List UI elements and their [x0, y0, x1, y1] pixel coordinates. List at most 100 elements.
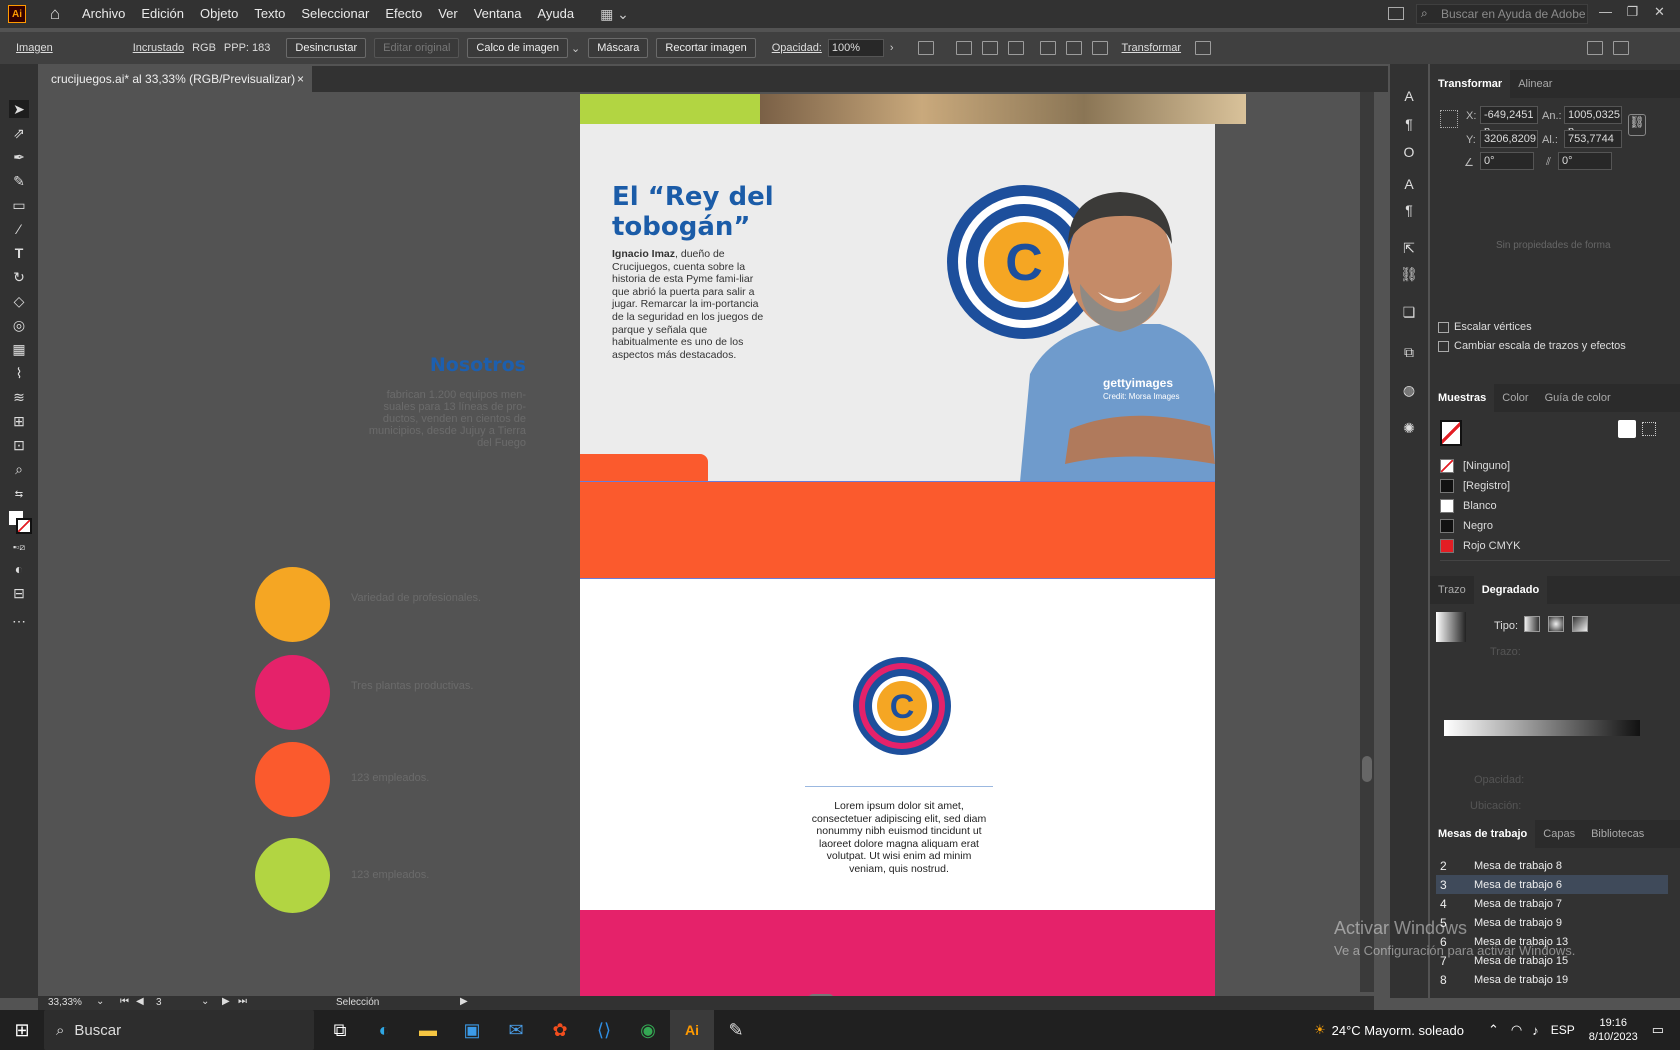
- artboard-tool-icon[interactable]: ⊡: [9, 436, 29, 454]
- chrome-icon[interactable]: ◉: [626, 1010, 670, 1050]
- artboard-row[interactable]: 8 Mesa de trabajo 19: [1436, 970, 1668, 989]
- shape-builder-tool-icon[interactable]: ◎: [9, 316, 29, 334]
- swap-colors-icon[interactable]: ⇆: [9, 486, 29, 504]
- tab-bibliotecas[interactable]: Bibliotecas: [1583, 820, 1652, 848]
- chevron-down-icon[interactable]: ⌄: [571, 42, 580, 55]
- align-bottom-icon[interactable]: [1091, 41, 1108, 55]
- symbol-sprayer-tool-icon[interactable]: ⊞: [9, 412, 29, 430]
- shear-input[interactable]: 0°: [1558, 152, 1612, 170]
- prev-page-icon[interactable]: ◀: [136, 996, 144, 1007]
- panel-toggle-icon[interactable]: [1388, 7, 1404, 20]
- linear-gradient-icon[interactable]: [1524, 616, 1540, 632]
- links-icon[interactable]: ⛓: [1400, 266, 1418, 284]
- vertical-scroll-thumb[interactable]: [1362, 756, 1372, 782]
- zoom-level[interactable]: 33,33%: [48, 997, 82, 1008]
- color-mode-icons[interactable]: ▪▫⧄: [9, 538, 29, 556]
- opacity-label[interactable]: Opacidad:: [772, 42, 822, 54]
- canvas-area[interactable]: Nosotros fabrican 1.200 equipos men-sual…: [38, 92, 1374, 996]
- scale-corners-checkbox[interactable]: [1438, 322, 1449, 333]
- x-input[interactable]: -649,2451 p: [1480, 106, 1538, 137]
- menu-ventana[interactable]: Ventana: [466, 0, 530, 28]
- artboard-row-selected[interactable]: 3 Mesa de trabajo 6: [1436, 875, 1668, 894]
- eyedropper-tool-icon[interactable]: ⌇: [9, 364, 29, 382]
- paint-icon[interactable]: ✎: [714, 1010, 758, 1050]
- menu-edicion[interactable]: Edición: [133, 0, 192, 28]
- character-styles-icon[interactable]: A: [1400, 176, 1418, 194]
- first-page-icon[interactable]: ⏮: [120, 996, 129, 1007]
- image-trace-button[interactable]: Calco de imagen: [467, 38, 568, 58]
- zoom-chevron-icon[interactable]: ⌄: [96, 996, 104, 1007]
- home-icon[interactable]: ⌂: [44, 4, 66, 24]
- tab-degradado[interactable]: Degradado: [1473, 576, 1548, 604]
- reference-point-icon[interactable]: [1440, 110, 1458, 128]
- tab-guia-color[interactable]: Guía de color: [1537, 384, 1619, 412]
- menu-objeto[interactable]: Objeto: [192, 0, 246, 28]
- graphic-styles-icon[interactable]: ✺: [1400, 420, 1418, 438]
- grid-view-icon[interactable]: [1642, 422, 1656, 436]
- type-tool-icon[interactable]: T: [9, 244, 29, 262]
- y-input[interactable]: 3206,8209 p: [1480, 130, 1538, 161]
- swatch-ninguno[interactable]: [Ninguno]: [1440, 456, 1670, 476]
- gradient-preview[interactable]: [1436, 612, 1466, 642]
- last-page-icon[interactable]: ⏭: [238, 996, 247, 1007]
- weather-icon[interactable]: ☀: [1314, 1022, 1326, 1038]
- link-proportions-icon[interactable]: ⛓: [1628, 114, 1646, 136]
- tab-transformar[interactable]: Transformar: [1430, 70, 1511, 98]
- help-search-input[interactable]: Buscar en Ayuda de Adobe: [1416, 4, 1588, 24]
- fill-stroke-swatch-icon[interactable]: [1440, 420, 1462, 446]
- edit-original-button[interactable]: Editar original: [374, 38, 460, 58]
- eraser-tool-icon[interactable]: ◇: [9, 292, 29, 310]
- language-indicator[interactable]: ESP: [1551, 1023, 1575, 1037]
- tab-muestras[interactable]: Muestras: [1430, 384, 1495, 412]
- next-page-icon[interactable]: ▶: [222, 996, 230, 1007]
- menu-seleccionar[interactable]: Seleccionar: [293, 0, 377, 28]
- align-top-icon[interactable]: [1039, 41, 1056, 55]
- swatch-blanco[interactable]: Blanco: [1440, 496, 1670, 516]
- paragraph-styles-icon[interactable]: ¶: [1400, 202, 1418, 220]
- paragraph-icon[interactable]: ¶: [1400, 116, 1418, 134]
- tab-color[interactable]: Color: [1494, 384, 1536, 412]
- menu-archivo[interactable]: Archivo: [74, 0, 133, 28]
- workspace-switcher-icon[interactable]: ▦ ⌄: [600, 6, 629, 23]
- windows-start-icon[interactable]: ⊞: [0, 1010, 44, 1050]
- isolate-icon[interactable]: [1195, 41, 1212, 55]
- menu-ayuda[interactable]: Ayuda: [529, 0, 582, 28]
- unembed-button[interactable]: Desincrustar: [286, 38, 367, 58]
- artboard-row[interactable]: 4 Mesa de trabajo 7: [1436, 894, 1668, 913]
- swatch-rojo-cmyk[interactable]: Rojo CMYK: [1440, 536, 1670, 556]
- mail-icon[interactable]: ✉: [494, 1010, 538, 1050]
- store-icon[interactable]: ▣: [450, 1010, 494, 1050]
- artboard-row[interactable]: 2 Mesa de trabajo 8: [1436, 856, 1668, 875]
- width-input[interactable]: 1005,0325 p: [1564, 106, 1622, 137]
- object-type-label[interactable]: Imagen: [16, 42, 53, 54]
- status-play-icon[interactable]: ▶: [460, 996, 468, 1007]
- task-view-icon[interactable]: ⧉: [318, 1010, 362, 1050]
- tab-alinear[interactable]: Alinear: [1510, 70, 1560, 98]
- volume-icon[interactable]: ♪: [1532, 1023, 1539, 1038]
- close-icon[interactable]: ✕: [1646, 0, 1673, 28]
- file-explorer-icon[interactable]: ▬: [406, 1010, 450, 1050]
- tab-trazo[interactable]: Trazo: [1430, 576, 1474, 604]
- notifications-icon[interactable]: ▭: [1652, 1022, 1664, 1038]
- crop-image-button[interactable]: Recortar imagen: [656, 38, 756, 58]
- menu-texto[interactable]: Texto: [246, 0, 293, 28]
- rectangle-tool-icon[interactable]: ▭: [9, 196, 29, 214]
- rotate-tool-icon[interactable]: ↻: [9, 268, 29, 286]
- weather-text[interactable]: 24°C Mayorm. soleado: [1332, 1023, 1464, 1038]
- taskbar-search[interactable]: ⌕ Buscar: [44, 1010, 314, 1050]
- mask-button[interactable]: Máscara: [588, 38, 649, 58]
- appearance-icon[interactable]: ◍: [1400, 382, 1418, 400]
- illustrator-logo-icon[interactable]: Ai: [8, 5, 26, 23]
- menu-efecto[interactable]: Efecto: [377, 0, 430, 28]
- align-right-icon[interactable]: [1007, 41, 1024, 55]
- align-middle-icon[interactable]: [1065, 41, 1082, 55]
- orange-band-selected[interactable]: [580, 481, 1215, 579]
- wifi-icon[interactable]: ◠: [1511, 1022, 1522, 1038]
- figma-icon[interactable]: ✿: [538, 1010, 582, 1050]
- freeform-gradient-icon[interactable]: [1572, 616, 1588, 632]
- opacity-input[interactable]: 100%: [827, 39, 884, 57]
- gradient-tool-icon[interactable]: ▦: [9, 340, 29, 358]
- arrange-icon[interactable]: [1587, 41, 1604, 55]
- height-input[interactable]: 753,7744 px: [1564, 130, 1622, 161]
- export-icon[interactable]: ⇱: [1400, 240, 1418, 258]
